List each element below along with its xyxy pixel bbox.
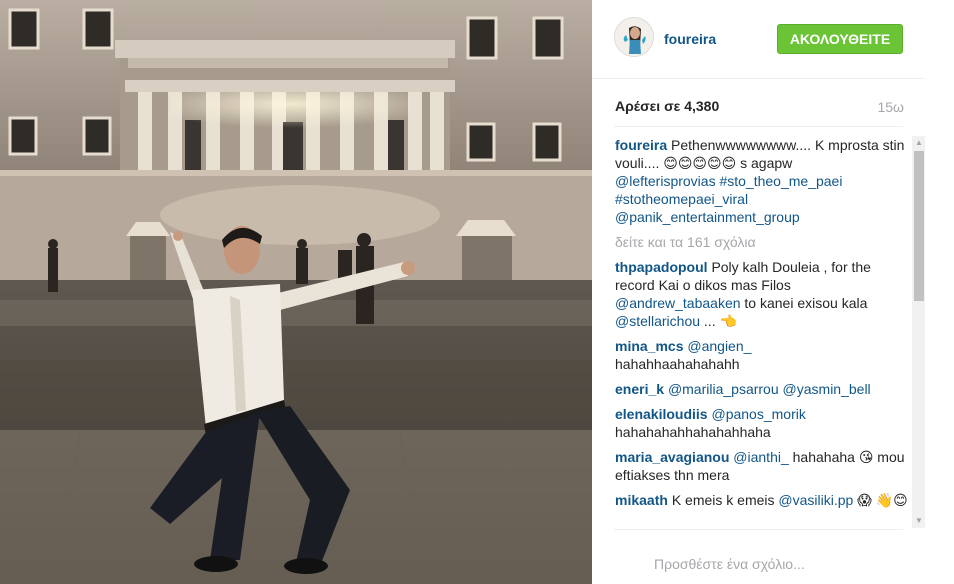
mention-link[interactable]: @lefterisprovias — [615, 173, 716, 189]
username-link[interactable]: foureira — [664, 31, 716, 47]
caption-username[interactable]: foureira — [615, 137, 667, 153]
post-video[interactable] — [0, 0, 592, 584]
mention-link[interactable]: @marilia_psarrou — [668, 381, 779, 397]
comment-text: ... 👈 — [703, 313, 737, 329]
add-comment-section — [614, 529, 903, 584]
follow-button[interactable]: ΑΚΟΛΟΥΘΕΙΤΕ — [777, 24, 903, 54]
likes-count[interactable]: Αρέσει σε 4,380 — [615, 98, 719, 114]
comment-item: thpapadopoul Poly kalh Douleia , for the… — [615, 258, 910, 330]
scroll-down-arrow-icon[interactable]: ▼ — [912, 514, 926, 528]
instagram-post-modal: foureira ΑΚΟΛΟΥΘΕΙΤΕ Αρέσει σε 4,380 15ω… — [0, 0, 954, 584]
add-comment-input[interactable] — [654, 556, 874, 572]
comments-list: foureira Pethenwwwwwwww.... K mprosta st… — [615, 136, 910, 528]
hashtag-link[interactable]: #sto_theo_me_paei — [719, 173, 842, 189]
comment-item: mikaath K emeis k emeis @vasiliki.pp 😱 👋… — [615, 491, 910, 509]
comment-text: to kanei exisou kala — [744, 295, 868, 311]
comment-username[interactable]: eneri_k — [615, 381, 664, 397]
post-sidebar: foureira ΑΚΟΛΟΥΘΕΙΤΕ Αρέσει σε 4,380 15ω… — [592, 0, 954, 584]
caption: foureira Pethenwwwwwwww.... K mprosta st… — [615, 136, 910, 226]
comment-item: elenakiloudiis @panos_morik hahahahahhah… — [615, 405, 910, 441]
comment-username[interactable]: maria_avagianou — [615, 449, 729, 465]
comment-item: mina_mcs @angien_ hahahhaahahahahh — [615, 337, 910, 373]
view-all-comments-link[interactable]: δείτε και τα 161 σχόλια — [615, 233, 910, 251]
mention-link[interactable]: @panos_morik — [711, 406, 805, 422]
post-header: foureira ΑΚΟΛΟΥΘΕΙΤΕ — [592, 0, 925, 79]
comment-username[interactable]: mina_mcs — [615, 338, 683, 354]
mention-link[interactable]: @angien_ — [687, 338, 751, 354]
divider — [614, 126, 903, 127]
scroll-up-arrow-icon[interactable]: ▲ — [912, 136, 926, 150]
comment-text: 😱 👋😊 — [857, 492, 908, 508]
comment-username[interactable]: mikaath — [615, 492, 668, 508]
comment-text: hahahhaahahahahh — [615, 356, 740, 372]
mention-link[interactable]: @panik_entertainment_group — [615, 209, 800, 225]
comment-text: hahahahahhahahahhaha — [615, 424, 771, 440]
hashtag-link[interactable]: #stotheomepaei_viral — [615, 191, 748, 207]
mention-link[interactable]: @yasmin_bell — [783, 381, 871, 397]
comments-scrollbar[interactable]: ▲ ▼ — [912, 136, 926, 528]
scrollbar-thumb[interactable] — [914, 151, 924, 301]
mention-link[interactable]: @stellarichou — [615, 313, 700, 329]
avatar[interactable] — [614, 17, 654, 57]
mention-link[interactable]: @ianthi_ — [733, 449, 788, 465]
comment-username[interactable]: elenakiloudiis — [615, 406, 708, 422]
mention-link[interactable]: @vasiliki.pp — [778, 492, 853, 508]
comment-item: maria_avagianou @ianthi_ hahahaha 😘 mou … — [615, 448, 910, 484]
mention-link[interactable]: @andrew_tabaaken — [615, 295, 741, 311]
comment-text: K emeis k emeis — [671, 492, 775, 508]
comment-item: eneri_k @marilia_psarrou @yasmin_bell — [615, 380, 910, 398]
comment-username[interactable]: thpapadopoul — [615, 259, 708, 275]
panel-edge — [925, 0, 954, 584]
post-timestamp[interactable]: 15ω — [877, 99, 904, 115]
